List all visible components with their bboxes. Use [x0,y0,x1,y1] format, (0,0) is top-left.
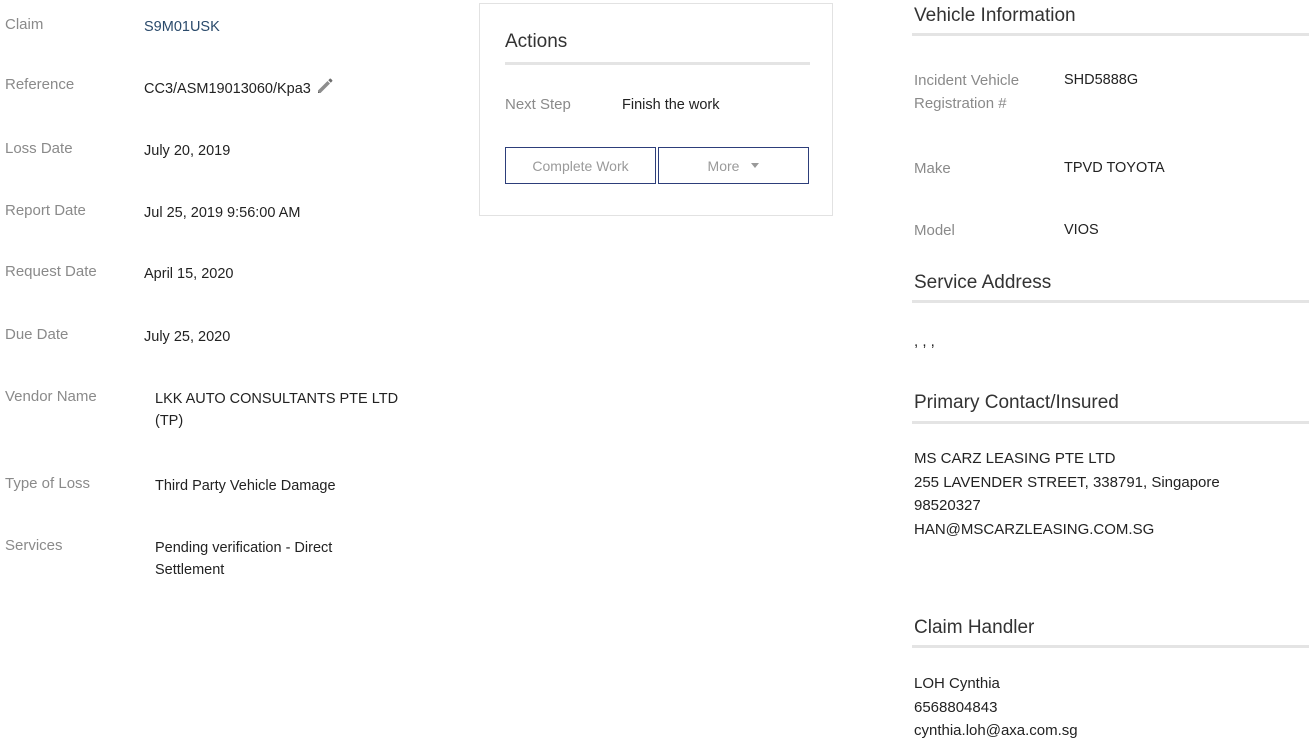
make-label: Make [914,160,951,177]
reference-row: Reference CC3/ASM19013060/Kpa3 [5,76,425,97]
primary-contact-divider [912,421,1309,424]
model-value: VIOS [1064,222,1099,238]
primary-contact-email: HAN@MSCARZLEASING.COM.SG [914,520,1155,538]
services-value: Pending verification - Direct Settlement [155,540,333,578]
type-of-loss-value: Third Party Vehicle Damage [155,478,336,494]
registration-value: SHD5888G [1064,72,1139,88]
due-date-value: July 25, 2020 [144,329,231,345]
report-date-label: Report Date [5,202,86,219]
loss-date-label: Loss Date [5,140,73,157]
vendor-name-value: LKK AUTO CONSULTANTS PTE LTD (TP) [155,391,399,429]
complete-work-button[interactable]: Complete Work [505,147,656,184]
request-date-row: Request Date April 15, 2020 [5,263,425,282]
request-date-value: April 15, 2020 [144,266,234,282]
claim-label: Claim [5,16,44,33]
type-of-loss-label: Type of Loss [5,475,91,492]
primary-contact-name: MS CARZ LEASING PTE LTD [914,450,1116,467]
actions-card: Actions Next Step Finish the work Comple… [479,3,833,216]
type-of-loss-row: Type of Loss Third Party Vehicle Damage [5,475,425,494]
reference-value: CC3/ASM19013060/Kpa3 [144,76,335,103]
primary-contact-title: Primary Contact/Insured [914,392,1119,413]
caret-down-icon [751,163,760,168]
request-date-label: Request Date [5,263,97,280]
complete-work-label: Complete Work [532,157,629,174]
vendor-name-row: Vendor Name LKK AUTO CONSULTANTS PTE LTD… [5,388,425,429]
primary-contact-phone: 98520327 [914,497,981,514]
more-dropdown-button[interactable]: More [658,147,809,184]
vendor-name-label: Vendor Name [5,388,97,405]
claim-handler-block: LOH Cynthia 6568804843 cynthia.loh@axa.c… [914,672,1078,743]
actions-divider [505,62,810,65]
next-step-label: Next Step [505,96,571,113]
primary-contact-block: MS CARZ LEASING PTE LTD 255 LAVENDER STR… [914,447,1220,541]
due-date-label: Due Date [5,326,69,343]
pencil-edit-icon[interactable] [315,76,335,103]
claim-handler-email: cynthia.loh@axa.com.sg [914,722,1078,739]
due-date-row: Due Date July 25, 2020 [5,326,425,345]
claim-number-link[interactable]: S9M01USK [144,16,220,38]
claim-handler-name: LOH Cynthia [914,675,1000,692]
claim-detail-page: Claim S9M01USK Reference CC3/ASM19013060… [0,0,1309,746]
loss-date-row: Loss Date July 20, 2019 [5,140,425,159]
primary-contact-address: 255 LAVENDER STREET, 338791, Singapore [914,473,1220,491]
service-address-title: Service Address [914,272,1052,293]
services-row: Services Pending verification - Direct S… [5,537,425,578]
next-step-value: Finish the work [622,97,720,113]
service-address-value: , , , [914,333,935,350]
actions-title: Actions [505,31,568,52]
report-date-value: Jul 25, 2019 9:56:00 AM [144,205,301,221]
registration-label: Incident Vehicle Registration # [914,72,1020,112]
report-date-row: Report Date Jul 25, 2019 9:56:00 AM [5,202,425,221]
services-label: Services [5,537,63,554]
more-label: More [707,157,740,174]
vehicle-info-divider [912,33,1309,36]
model-label: Model [914,222,955,239]
reference-text: CC3/ASM19013060/Kpa3 [144,81,311,97]
claim-row: Claim S9M01USK [5,16,425,35]
claim-handler-divider [912,645,1309,648]
loss-date-value: July 20, 2019 [144,143,231,159]
claim-handler-title: Claim Handler [914,617,1035,638]
claim-handler-phone: 6568804843 [914,698,998,716]
service-address-divider [912,300,1309,303]
make-value: TPVD TOYOTA [1064,160,1165,176]
reference-label: Reference [5,76,75,93]
vehicle-info-title: Vehicle Information [914,5,1076,26]
